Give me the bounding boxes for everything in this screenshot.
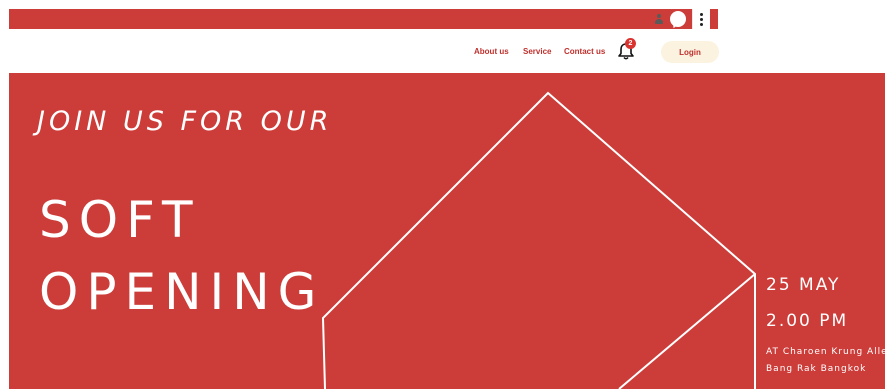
kebab-menu-icon[interactable] — [692, 9, 710, 29]
nav-link-about-us[interactable]: About us — [474, 47, 509, 56]
user-icon[interactable] — [654, 13, 664, 25]
utility-icons — [654, 9, 710, 29]
login-button[interactable]: Login — [661, 41, 719, 63]
top-utility-bar-spacer — [718, 9, 885, 29]
event-address-line1: AT Charoen Krung Alley — [766, 347, 885, 357]
event-address-line2: Bang Rak Bangkok — [766, 364, 867, 374]
hero-title-line2: OPENING — [39, 263, 325, 321]
navigation-bar — [9, 30, 885, 73]
notification-badge: 2 — [625, 38, 636, 49]
hero-kicker: JOIN US FOR OUR — [37, 106, 333, 137]
hero-title-line1: SOFT — [39, 191, 201, 249]
top-utility-bar — [9, 9, 718, 29]
nav-link-service[interactable]: Service — [523, 47, 551, 56]
event-date: 25 MAY — [766, 275, 841, 295]
event-time: 2.00 PM — [766, 311, 849, 331]
chat-icon[interactable] — [670, 11, 686, 27]
hero-banner: JOIN US FOR OUR SOFT OPENING 25 MAY 2.00… — [9, 73, 885, 389]
nav-link-contact-us[interactable]: Contact us — [564, 47, 605, 56]
